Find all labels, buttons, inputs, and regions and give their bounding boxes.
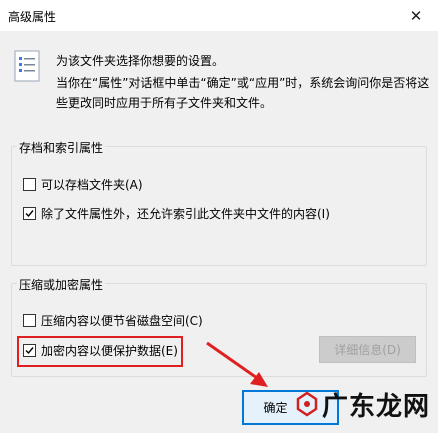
index-checkbox-label[interactable]: 除了文件属性外，还允许索引此文件夹中文件的内容(I) — [41, 205, 330, 222]
properties-icon — [12, 50, 42, 82]
details-button[interactable]: 详细信息(D) — [319, 336, 416, 363]
watermark-logo-icon — [296, 391, 318, 417]
intro-description: 当你在“属性”对话框中单击“确定”或“应用”时，系统会询问你是否将这些更改同时应… — [56, 76, 430, 110]
encrypt-highlight-box — [17, 336, 183, 367]
window-title: 高级属性 — [8, 10, 57, 24]
checkmark-icon — [25, 210, 34, 218]
archive-checkbox-label[interactable]: 可以存档文件夹(A) — [41, 176, 143, 193]
title-bar — [0, 0, 438, 31]
ok-button-label: 确定 — [263, 401, 288, 415]
compress-encrypt-group-title: 压缩或加密属性 — [17, 276, 106, 293]
compress-checkbox-label[interactable]: 压缩内容以便节省磁盘空间(C) — [41, 312, 203, 329]
archive-checkbox[interactable] — [23, 178, 36, 191]
watermark-text: 广东龙网 — [322, 391, 431, 422]
close-icon: ✕ — [409, 6, 423, 25]
index-checkbox[interactable] — [23, 207, 36, 220]
compress-checkbox[interactable] — [23, 314, 36, 327]
intro-text: 为该文件夹选择你想要的设置。 — [56, 54, 225, 68]
archive-index-group-title: 存档和索引属性 — [17, 139, 106, 156]
close-button[interactable]: ✕ — [394, 0, 438, 31]
watermark: 广东龙网 — [296, 384, 430, 424]
